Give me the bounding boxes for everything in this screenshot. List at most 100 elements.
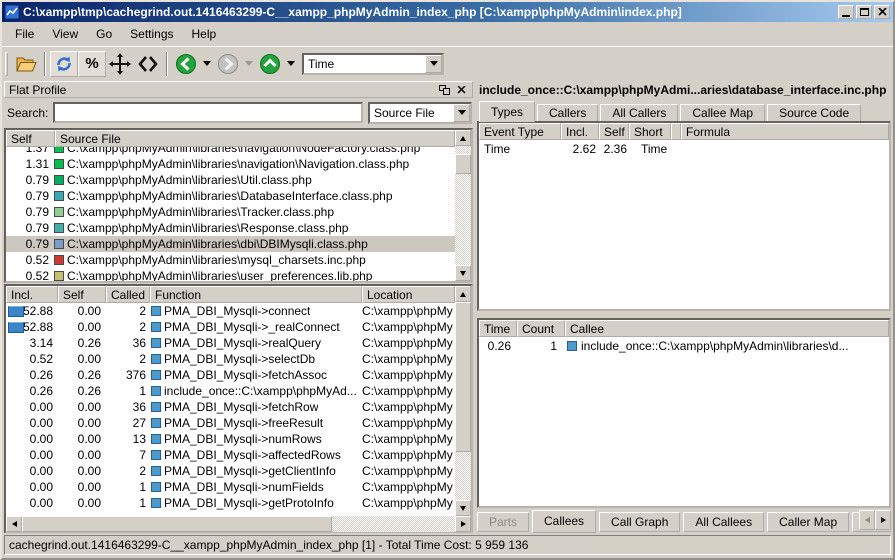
- tab-caller-map[interactable]: Caller Map: [767, 512, 849, 532]
- scroll-up-button[interactable]: [455, 130, 471, 146]
- menu-file[interactable]: File: [6, 24, 43, 44]
- table-row[interactable]: 0.79C:\xampp\phpMyAdmin\libraries\Util.c…: [6, 172, 455, 188]
- table-row[interactable]: 0.000.001PMA_DBI_Mysqli->numFieldsC:\xam…: [6, 479, 455, 495]
- close-button[interactable]: [874, 5, 890, 19]
- function-name: PMA_DBI_Mysqli->getClientInfo: [164, 464, 336, 478]
- table-row[interactable]: 0.52C:\xampp\phpMyAdmin\libraries\user_p…: [6, 268, 455, 281]
- scroll-left-button[interactable]: [6, 516, 22, 532]
- source-list-header: Self Source File: [6, 130, 455, 147]
- column-header-short[interactable]: Short: [629, 123, 671, 140]
- tab-call-graph[interactable]: Call Graph: [599, 512, 680, 532]
- tab-source-code[interactable]: Source Code: [767, 104, 861, 121]
- tab-all-callees[interactable]: All Callees: [683, 512, 764, 532]
- maximize-button[interactable]: [856, 5, 872, 19]
- scrollbar-thumb[interactable]: [22, 516, 332, 532]
- tab-types[interactable]: Types: [479, 101, 535, 122]
- function-list-hscrollbar[interactable]: [6, 516, 471, 532]
- dock-header[interactable]: Flat Profile: [4, 81, 473, 98]
- menu-help[interactable]: Help: [183, 24, 226, 44]
- cell-incl: 0.00: [6, 480, 58, 494]
- open-file-button[interactable]: [12, 50, 40, 78]
- toolbar-grip[interactable]: [5, 52, 8, 76]
- column-header-formula[interactable]: Formula: [681, 123, 889, 140]
- table-row[interactable]: 1.37C:\xampp\phpMyAdmin\libraries\naviga…: [6, 147, 455, 156]
- scroll-up-button[interactable]: [455, 286, 471, 302]
- tab-parts[interactable]: Parts: [477, 512, 529, 532]
- table-row[interactable]: 0.79C:\xampp\phpMyAdmin\libraries\dbi\DB…: [6, 236, 455, 252]
- menu-go[interactable]: Go: [87, 24, 121, 44]
- dock-float-button[interactable]: [437, 84, 451, 96]
- tab-callee-map[interactable]: Callee Map: [680, 104, 765, 121]
- table-row[interactable]: 0.520.002PMA_DBI_Mysqli->selectDbC:\xamp…: [6, 351, 455, 367]
- column-header-function[interactable]: Function: [150, 286, 362, 303]
- table-row[interactable]: 0.260.261include_once::C:\xampp\phpMyAd.…: [6, 383, 455, 399]
- table-row[interactable]: 0.261include_once::C:\xampp\phpMyAdmin\l…: [479, 337, 889, 354]
- table-row[interactable]: 1.31C:\xampp\phpMyAdmin\libraries\naviga…: [6, 156, 455, 172]
- minimize-button[interactable]: [838, 5, 854, 19]
- column-header-incl[interactable]: Incl.: [561, 123, 599, 140]
- combo-dropdown-button[interactable]: [425, 55, 442, 73]
- scrollbar-thumb[interactable]: [455, 154, 471, 174]
- table-row[interactable]: 0.000.0036PMA_DBI_Mysqli->fetchRowC:\xam…: [6, 399, 455, 415]
- table-row[interactable]: 0.260.26376PMA_DBI_Mysqli->fetchAssocC:\…: [6, 367, 455, 383]
- column-header-callee[interactable]: Callee: [565, 320, 889, 337]
- column-header-self[interactable]: Self: [599, 123, 629, 140]
- table-row[interactable]: Time2.622.36Time: [479, 140, 889, 157]
- forward-button[interactable]: [214, 50, 242, 78]
- percentage-button[interactable]: %: [78, 51, 106, 77]
- tab-callees[interactable]: Callees: [532, 510, 596, 533]
- column-header-location[interactable]: Location: [362, 286, 455, 303]
- dock-windows-button[interactable]: [106, 50, 134, 78]
- column-header-self[interactable]: Self: [58, 286, 106, 303]
- table-row[interactable]: 0.79C:\xampp\phpMyAdmin\libraries\Respon…: [6, 220, 455, 236]
- scroll-down-button[interactable]: [455, 265, 471, 281]
- menu-view[interactable]: View: [43, 24, 87, 44]
- table-row[interactable]: 0.79C:\xampp\phpMyAdmin\libraries\Tracke…: [6, 204, 455, 220]
- function-name: PMA_DBI_Mysqli->_realConnect: [164, 320, 340, 334]
- search-input[interactable]: [53, 102, 363, 123]
- column-header-time[interactable]: Time: [479, 320, 517, 337]
- scroll-right-button[interactable]: [455, 516, 471, 532]
- dock-close-button[interactable]: [454, 84, 468, 96]
- relative-cost-button[interactable]: [134, 50, 162, 78]
- event-type-combo[interactable]: Time: [302, 53, 444, 75]
- title-bar[interactable]: C:\xampp\tmp\cachegrind.out.1416463299-C…: [2, 2, 893, 22]
- column-header-called[interactable]: Called: [106, 286, 150, 303]
- up-dropdown[interactable]: [284, 51, 298, 77]
- menu-settings[interactable]: Settings: [121, 24, 182, 44]
- table-row[interactable]: 0.000.001PMA_DBI_Mysqli->getProtoInfoC:\…: [6, 495, 455, 511]
- grouping-combo[interactable]: Source File: [368, 102, 472, 124]
- table-row[interactable]: 0.52C:\xampp\phpMyAdmin\libraries\mysql_…: [6, 252, 455, 268]
- table-row[interactable]: 3.140.2636PMA_DBI_Mysqli->realQueryC:\xa…: [6, 335, 455, 351]
- reload-button[interactable]: [50, 51, 78, 77]
- table-row[interactable]: 0.000.007PMA_DBI_Mysqli->affectedRowsC:\…: [6, 447, 455, 463]
- back-dropdown[interactable]: [200, 51, 214, 77]
- table-row[interactable]: 0.79C:\xampp\phpMyAdmin\libraries\Databa…: [6, 188, 455, 204]
- cell-self: 0.00: [58, 448, 106, 462]
- scroll-down-button[interactable]: [455, 500, 471, 516]
- table-row[interactable]: 52.880.002PMA_DBI_Mysqli->connectC:\xamp…: [6, 303, 455, 319]
- table-row[interactable]: 52.880.002PMA_DBI_Mysqli->_realConnectC:…: [6, 319, 455, 335]
- table-row[interactable]: 0.000.0013PMA_DBI_Mysqli->numRowsC:\xamp…: [6, 431, 455, 447]
- combo-dropdown-button[interactable]: [453, 104, 470, 122]
- cell-self: 0.00: [58, 416, 106, 430]
- function-list-scrollbar[interactable]: [455, 286, 471, 516]
- column-header-event-type[interactable]: Event Type: [479, 123, 561, 140]
- source-list-scrollbar[interactable]: [455, 130, 471, 281]
- up-button[interactable]: [256, 50, 284, 78]
- scrollbar-thumb[interactable]: [455, 302, 471, 452]
- tab-scroll-left-button[interactable]: [859, 510, 875, 530]
- table-row[interactable]: 0.000.002PMA_DBI_Mysqli->getClientInfoC:…: [6, 463, 455, 479]
- tab-callers[interactable]: Callers: [537, 104, 598, 121]
- column-header-blank[interactable]: [671, 123, 681, 140]
- tab-scroll-right-button[interactable]: [875, 510, 891, 530]
- column-header-incl[interactable]: Incl.: [6, 286, 58, 303]
- column-header-self[interactable]: Self: [6, 130, 55, 147]
- column-header-count[interactable]: Count: [517, 320, 565, 337]
- table-row[interactable]: 0.000.0027PMA_DBI_Mysqli->freeResultC:\x…: [6, 415, 455, 431]
- back-button[interactable]: [172, 50, 200, 78]
- tab-all-callers[interactable]: All Callers: [600, 104, 678, 121]
- forward-dropdown[interactable]: [242, 51, 256, 77]
- column-header-source-file[interactable]: Source File: [55, 130, 455, 147]
- cell-incl: 0.00: [6, 416, 58, 430]
